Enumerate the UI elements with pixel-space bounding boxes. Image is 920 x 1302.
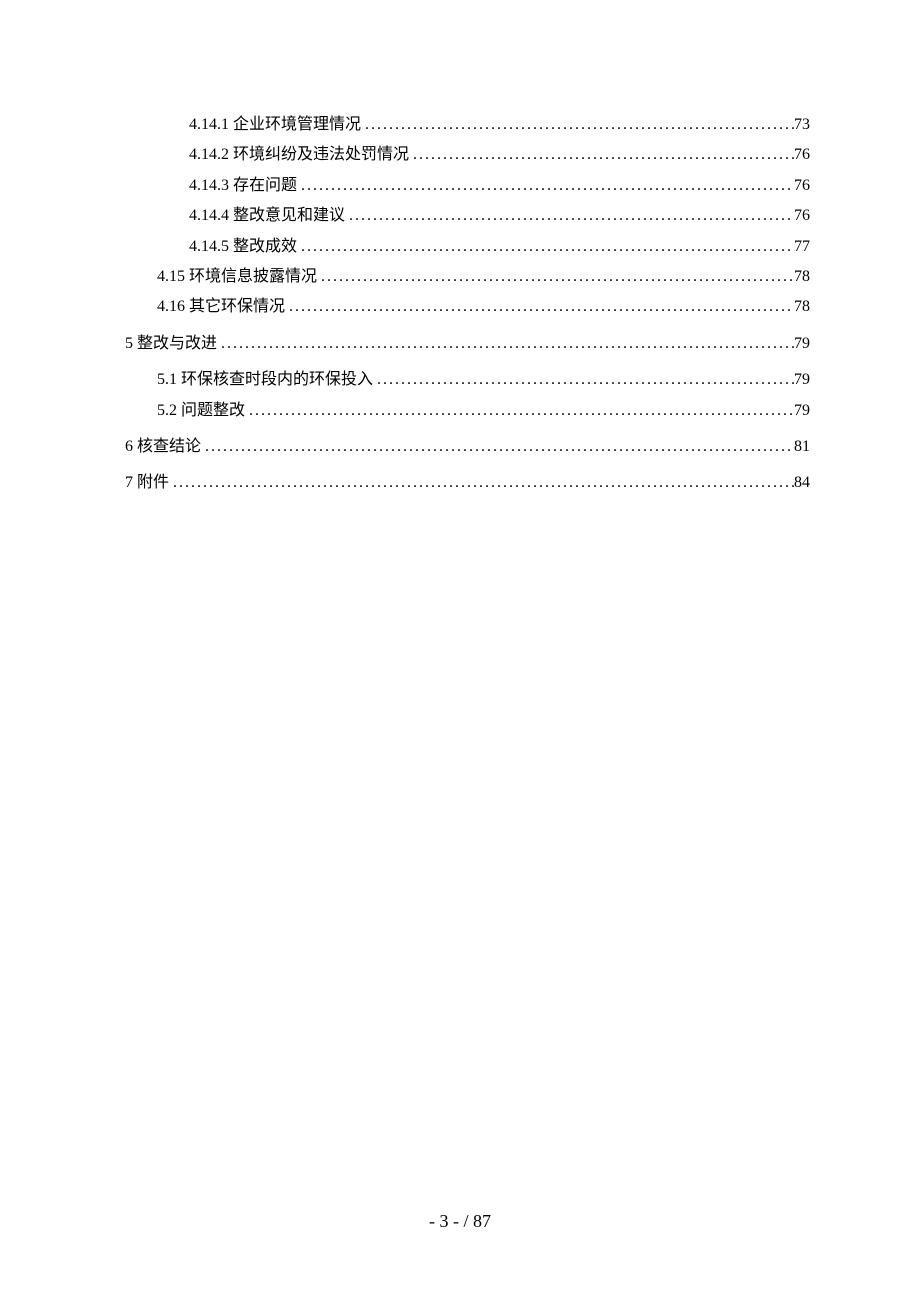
toc-page-number: 81 <box>794 432 810 462</box>
toc-page-number: 78 <box>794 262 810 292</box>
toc-entry: 5.1 环保核查时段内的环保投入 79 <box>125 365 810 395</box>
toc-leader-dots <box>169 468 794 498</box>
toc-label: 4.14.2 环境纠纷及违法处罚情况 <box>189 140 409 170</box>
toc-page-number: 76 <box>794 171 810 201</box>
toc-page-number: 84 <box>794 468 810 498</box>
toc-entry: 4.14.3 存在问题 76 <box>125 171 810 201</box>
toc-entry: 4.14.1 企业环境管理情况 73 <box>125 110 810 140</box>
toc-entry: 4.14.2 环境纠纷及违法处罚情况 76 <box>125 140 810 170</box>
toc-leader-dots <box>245 396 794 426</box>
toc-label: 6 核查结论 <box>125 432 201 462</box>
toc-entry: 4.15 环境信息披露情况 78 <box>125 262 810 292</box>
toc-page-number: 77 <box>794 232 810 262</box>
toc-label: 4.15 环境信息披露情况 <box>157 262 317 292</box>
toc-label: 7 附件 <box>125 468 169 498</box>
toc-page-number: 76 <box>794 201 810 231</box>
toc-leader-dots <box>361 110 794 140</box>
toc-entry: 4.14.4 整改意见和建议 76 <box>125 201 810 231</box>
toc-page-number: 79 <box>794 396 810 426</box>
toc-label: 4.16 其它环保情况 <box>157 292 285 322</box>
toc-label: 4.14.1 企业环境管理情况 <box>189 110 361 140</box>
toc-page-number: 73 <box>794 110 810 140</box>
toc-entry: 4.14.5 整改成效 77 <box>125 232 810 262</box>
toc-label: 5 整改与改进 <box>125 329 217 359</box>
toc-entry: 7 附件 84 <box>125 468 810 498</box>
toc-page-number: 79 <box>794 329 810 359</box>
toc-label: 4.14.4 整改意见和建议 <box>189 201 345 231</box>
toc-label: 5.2 问题整改 <box>157 396 245 426</box>
page-number: - 3 - / 87 <box>429 1211 491 1231</box>
toc-leader-dots <box>285 292 794 322</box>
toc-leader-dots <box>409 140 794 170</box>
toc-leader-dots <box>297 171 794 201</box>
toc-page-number: 78 <box>794 292 810 322</box>
toc-leader-dots <box>345 201 794 231</box>
table-of-contents: 4.14.1 企业环境管理情况734.14.2 环境纠纷及违法处罚情况764.1… <box>125 110 810 499</box>
page-footer: - 3 - / 87 <box>0 1211 920 1232</box>
toc-label: 4.14.3 存在问题 <box>189 171 297 201</box>
toc-page-number: 79 <box>794 365 810 395</box>
toc-page-number: 76 <box>794 140 810 170</box>
toc-entry: 6 核查结论 81 <box>125 432 810 462</box>
toc-label: 4.14.5 整改成效 <box>189 232 297 262</box>
toc-leader-dots <box>373 365 794 395</box>
toc-entry: 5 整改与改进 79 <box>125 329 810 359</box>
toc-leader-dots <box>217 329 794 359</box>
toc-leader-dots <box>297 232 794 262</box>
page-content: 4.14.1 企业环境管理情况734.14.2 环境纠纷及违法处罚情况764.1… <box>0 0 920 499</box>
toc-entry: 4.16 其它环保情况 78 <box>125 292 810 322</box>
toc-leader-dots <box>317 262 794 292</box>
toc-label: 5.1 环保核查时段内的环保投入 <box>157 365 373 395</box>
toc-entry: 5.2 问题整改 79 <box>125 396 810 426</box>
toc-leader-dots <box>201 432 794 462</box>
